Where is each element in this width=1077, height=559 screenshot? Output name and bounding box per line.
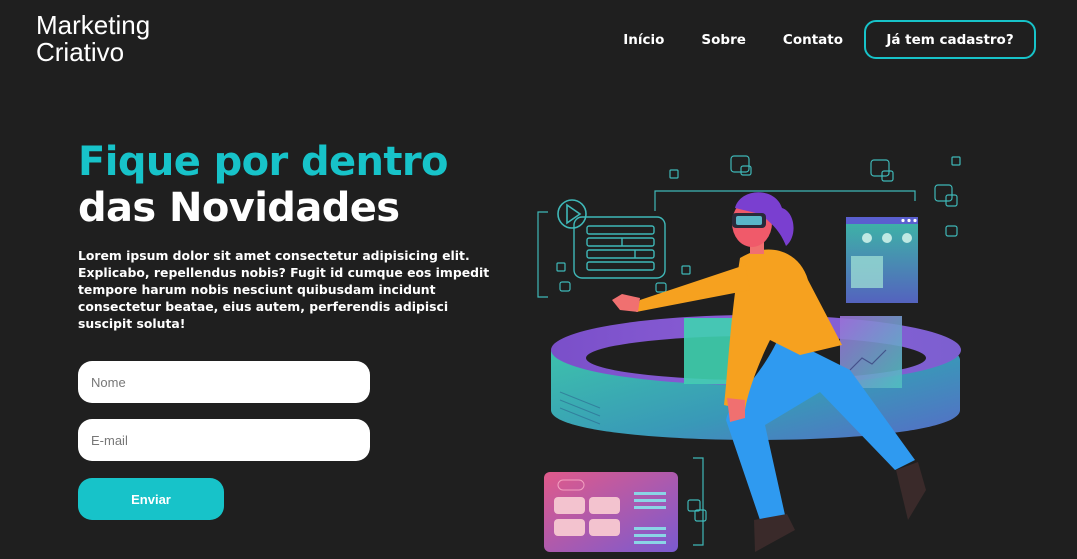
- landing-page: Marketing Criativo Início Sobre Contato …: [0, 0, 1077, 559]
- name-input[interactable]: [78, 361, 370, 403]
- hero-title-accent: Fique por dentro: [78, 139, 449, 185]
- hero-title-main: das Novidades: [78, 185, 400, 231]
- hero-title: Fique por dentro das Novidades: [78, 139, 449, 231]
- hero-description: Lorem ipsum dolor sit amet consectetur a…: [78, 248, 490, 331]
- video-frame-panel: [573, 216, 666, 279]
- nav-link-sobre[interactable]: Sobre: [701, 32, 745, 48]
- brand-line-2: Criativo: [36, 37, 125, 67]
- main-nav: Início Sobre Contato Já tem cadastro?: [623, 20, 1036, 59]
- nav-link-contato[interactable]: Contato: [783, 32, 843, 48]
- hero-illustration: [537, 155, 961, 552]
- brand-logo[interactable]: Marketing Criativo: [36, 12, 150, 66]
- email-input[interactable]: [78, 419, 370, 461]
- browser-window: [846, 217, 918, 303]
- play-icon: [557, 199, 587, 229]
- submit-button[interactable]: Enviar: [78, 478, 224, 520]
- login-button[interactable]: Já tem cadastro?: [864, 20, 1036, 59]
- nav-link-inicio[interactable]: Início: [623, 32, 664, 48]
- analytics-card: [544, 472, 678, 552]
- brand-line-1: Marketing: [36, 10, 151, 40]
